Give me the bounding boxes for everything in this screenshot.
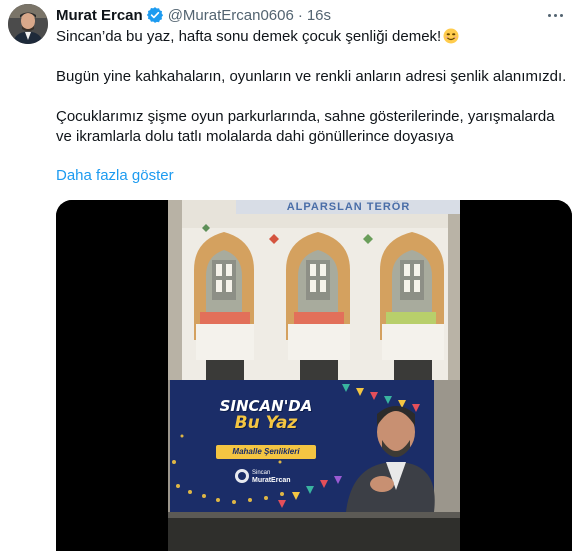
banner-brand-name: MuratErcan	[252, 477, 291, 484]
tweet-video[interactable]: ALPARSLAN TERÖR SINCAN'DA Bu Yaz Mahalle…	[56, 200, 572, 551]
show-more-link[interactable]: Daha fazla göster	[56, 167, 174, 184]
banner-title: SINCAN'DA Bu Yaz	[216, 398, 316, 432]
tweet-text: Sincan’da bu yaz, hafta sonu demek çocuk…	[56, 27, 571, 147]
tweet-paragraph-1-text: Sincan’da bu yaz, hafta sonu demek çocuk…	[56, 28, 442, 45]
tweet-paragraph-1: Sincan’da bu yaz, hafta sonu demek çocuk…	[56, 27, 571, 47]
tweet-paragraph-2: Bugün yine kahkahaların, oyunların ve re…	[56, 68, 567, 85]
smiling-face-emoji-icon	[443, 28, 459, 44]
author-name[interactable]: Murat Ercan	[56, 7, 143, 24]
author-handle[interactable]: @MuratErcan0606	[168, 7, 294, 24]
banner-subtitle: Mahalle Şenlikleri	[216, 445, 316, 459]
video-frame	[56, 200, 572, 551]
building-sign-text: ALPARSLAN TERÖR	[286, 201, 411, 213]
more-options-icon[interactable]	[544, 5, 566, 25]
banner-brand-small: Sincan	[252, 470, 271, 476]
banner-title-line2: Bu Yaz	[234, 413, 298, 433]
banner-brand: Sincan MuratErcan	[252, 470, 291, 485]
tweet-paragraph-3: Çocuklarımız şişme oyun parkurlarında, s…	[56, 108, 555, 145]
author-avatar[interactable]	[8, 4, 48, 44]
tweet-header: Murat Ercan @MuratErcan0606 · 16s	[56, 5, 566, 25]
verified-badge-icon[interactable]	[146, 6, 164, 24]
separator-dot: ·	[297, 6, 303, 24]
tweet-time[interactable]: 16s	[307, 7, 331, 24]
